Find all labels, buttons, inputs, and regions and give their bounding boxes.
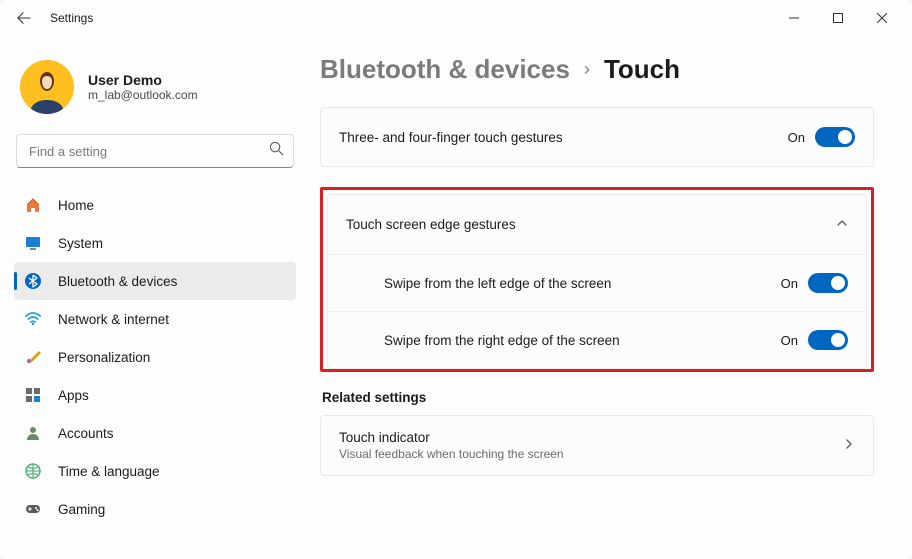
nav-system[interactable]: System <box>14 224 296 262</box>
chevron-right-icon <box>843 437 855 455</box>
breadcrumb-current: Touch <box>604 54 680 85</box>
touch-indicator-link[interactable]: Touch indicator Visual feedback when tou… <box>320 415 874 476</box>
bluetooth-icon <box>24 272 42 290</box>
titlebar: Settings <box>0 0 912 36</box>
maximize-icon <box>833 13 843 23</box>
window-title: Settings <box>50 11 93 25</box>
person-icon <box>24 424 42 442</box>
nav-label: Network & internet <box>58 312 169 327</box>
nav-accounts[interactable]: Accounts <box>14 414 296 452</box>
search-icon <box>269 141 284 161</box>
minimize-button[interactable] <box>772 2 816 34</box>
nav-label: Apps <box>58 388 89 403</box>
nav-time-language[interactable]: Time & language <box>14 452 296 490</box>
nav-label: Home <box>58 198 94 213</box>
nav-bluetooth-devices[interactable]: Bluetooth & devices <box>14 262 296 300</box>
close-icon <box>877 13 887 23</box>
expander-label: Touch screen edge gestures <box>346 217 516 232</box>
related-header: Related settings <box>322 390 874 405</box>
avatar <box>20 60 74 114</box>
gaming-icon <box>24 500 42 518</box>
nav-label: Personalization <box>58 350 150 365</box>
link-subtitle: Visual feedback when touching the screen <box>339 447 843 461</box>
swipe-left-row: Swipe from the left edge of the screen O… <box>328 254 866 311</box>
toggle-value: On <box>781 333 798 348</box>
globe-icon <box>24 462 42 480</box>
three-four-finger-row: Three- and four-finger touch gestures On <box>321 108 873 166</box>
nav-network[interactable]: Network & internet <box>14 300 296 338</box>
nav-label: Gaming <box>58 502 105 517</box>
toggle-value: On <box>781 276 798 291</box>
nav-apps[interactable]: Apps <box>14 376 296 414</box>
swipe-right-row: Swipe from the right edge of the screen … <box>328 311 866 368</box>
nav-home[interactable]: Home <box>14 186 296 224</box>
chevron-up-icon <box>836 217 848 232</box>
nav-list: Home System Bluetooth & devices Network … <box>14 186 296 528</box>
nav-label: System <box>58 236 103 251</box>
apps-icon <box>24 386 42 404</box>
close-button[interactable] <box>860 2 904 34</box>
arrow-left-icon <box>17 11 31 25</box>
nav-gaming[interactable]: Gaming <box>14 490 296 528</box>
row-label: Swipe from the right edge of the screen <box>384 333 781 348</box>
user-name: User Demo <box>88 72 198 88</box>
toggle-value: On <box>788 130 805 145</box>
user-profile[interactable]: User Demo m_lab@outlook.com <box>14 42 296 132</box>
minimize-icon <box>789 13 799 23</box>
chevron-right-icon: › <box>584 59 590 80</box>
nav-label: Accounts <box>58 426 114 441</box>
wifi-icon <box>24 310 42 328</box>
breadcrumb: Bluetooth & devices › Touch <box>320 54 874 85</box>
row-label: Swipe from the left edge of the screen <box>384 276 781 291</box>
brush-icon <box>24 348 42 366</box>
maximize-button[interactable] <box>816 2 860 34</box>
home-icon <box>24 196 42 214</box>
swipe-right-toggle[interactable] <box>808 330 848 350</box>
edge-gestures-expander[interactable]: Touch screen edge gestures <box>328 195 866 254</box>
sidebar: User Demo m_lab@outlook.com Home System <box>0 36 310 559</box>
back-button[interactable] <box>8 2 40 34</box>
three-four-finger-toggle[interactable] <box>815 127 855 147</box>
swipe-left-toggle[interactable] <box>808 273 848 293</box>
search-box <box>16 134 294 168</box>
user-email: m_lab@outlook.com <box>88 88 198 102</box>
gestures-card: Three- and four-finger touch gestures On <box>320 107 874 167</box>
nav-personalization[interactable]: Personalization <box>14 338 296 376</box>
link-title: Touch indicator <box>339 430 843 445</box>
row-label: Three- and four-finger touch gestures <box>339 130 788 145</box>
nav-label: Time & language <box>58 464 160 479</box>
search-input[interactable] <box>16 134 294 168</box>
breadcrumb-parent[interactable]: Bluetooth & devices <box>320 54 570 85</box>
highlight-annotation: Touch screen edge gestures Swipe from th… <box>320 187 874 372</box>
system-icon <box>24 234 42 252</box>
main-content: Bluetooth & devices › Touch Three- and f… <box>310 36 912 559</box>
nav-label: Bluetooth & devices <box>58 274 177 289</box>
